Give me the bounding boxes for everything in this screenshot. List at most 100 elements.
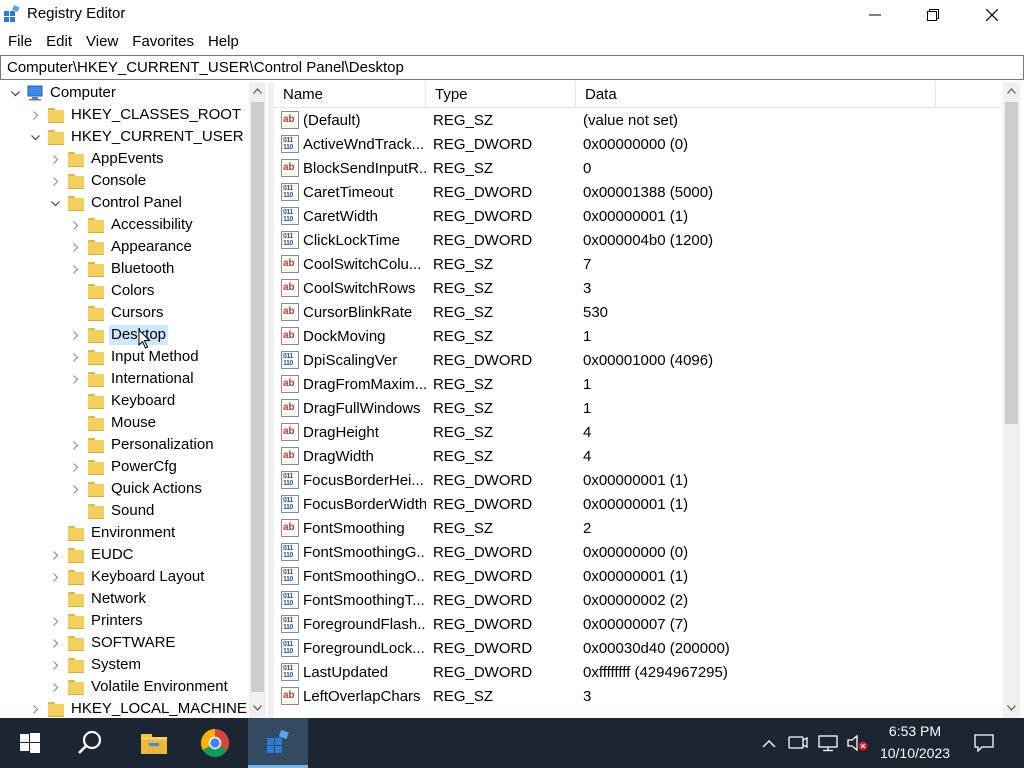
value-row[interactable]: ab (Default) REG_SZ (value not set) (274, 108, 1001, 132)
tree-node[interactable]: System (48, 654, 143, 676)
column-data[interactable]: Data (576, 82, 936, 108)
menu-favorites[interactable]: Favorites (125, 31, 201, 53)
value-row[interactable]: 011 110 ActiveWndTrack... REG_DWORD 0x000000… (274, 132, 1001, 156)
value-row[interactable]: 011 110 ClickLockTime REG_DWORD 0x000004b0 (… (274, 228, 1001, 252)
column-name[interactable]: Name (274, 82, 426, 108)
tree-node-label[interactable]: SOFTWARE (89, 633, 177, 653)
tree-node[interactable]: Control Panel (48, 192, 184, 214)
tree-node-label[interactable]: Control Panel (89, 193, 184, 213)
values-scroll-thumb[interactable] (1005, 102, 1018, 424)
tree-node-label[interactable]: Personalization (109, 435, 216, 455)
tree-node[interactable]: Computer (8, 82, 118, 104)
value-row[interactable]: 011 110 FontSmoothingO... REG_DWORD 0x000000… (274, 564, 1001, 588)
value-row[interactable]: ab LeftOverlapChars REG_SZ 3 (274, 684, 1001, 708)
chevron-right-icon[interactable] (68, 478, 82, 500)
tree-node[interactable]: HKEY_CURRENT_USER (28, 126, 246, 148)
tree-node[interactable]: Printers (48, 610, 145, 632)
network-button[interactable] (816, 718, 840, 768)
chevron-right-icon[interactable] (28, 104, 42, 126)
tree-node-label[interactable]: Printers (89, 611, 145, 631)
value-row[interactable]: 011 110 CaretTimeout REG_DWORD 0x00001388 (5… (274, 180, 1001, 204)
show-hidden-icons-button[interactable] (758, 718, 780, 768)
tree-node[interactable]: HKEY_CLASSES_ROOT (28, 104, 243, 126)
tree-node-label[interactable]: Network (89, 589, 148, 609)
tree-node-label[interactable]: HKEY_LOCAL_MACHINE (69, 699, 249, 718)
tree-node-label[interactable]: Mouse (109, 413, 158, 433)
tree-node-label[interactable]: Computer (48, 83, 118, 103)
scroll-up-arrow[interactable] (1003, 82, 1020, 99)
volume-button[interactable] (845, 718, 871, 768)
value-row[interactable]: ab FontSmoothing REG_SZ 2 (274, 516, 1001, 540)
search-button[interactable] (61, 718, 119, 768)
scroll-down-arrow[interactable] (249, 699, 266, 716)
tree-node-label[interactable]: Volatile Environment (89, 677, 230, 697)
tree-node[interactable]: Volatile Environment (48, 676, 230, 698)
chevron-down-icon[interactable] (48, 192, 62, 214)
file-explorer-button[interactable] (125, 718, 183, 768)
value-row[interactable]: 011 110 CaretWidth REG_DWORD 0x00000001 (1) (274, 204, 1001, 228)
clock-date[interactable]: 10/10/2023 (872, 745, 958, 761)
tree-node[interactable]: Input Method (68, 346, 201, 368)
tree-node[interactable]: Environment (48, 522, 177, 544)
minimize-button[interactable] (846, 0, 904, 30)
value-row[interactable]: ab DragFromMaxim... REG_SZ 1 (274, 372, 1001, 396)
tree-node[interactable]: Cursors (68, 302, 166, 324)
tree-node[interactable]: HKEY_LOCAL_MACHINE (28, 698, 249, 718)
chevron-right-icon[interactable] (48, 544, 62, 566)
value-row[interactable]: 011 110 ForegroundFlash... REG_DWORD 0x00000… (274, 612, 1001, 636)
value-row[interactable]: 011 110 DpiScalingVer REG_DWORD 0x00001000 (… (274, 348, 1001, 372)
registry-editor-taskbar-button[interactable] (248, 718, 308, 768)
column-type[interactable]: Type (426, 82, 576, 108)
chevron-right-icon[interactable] (28, 698, 42, 718)
tree-node[interactable]: AppEvents (48, 148, 166, 170)
menu-edit[interactable]: Edit (39, 31, 79, 53)
tree-node[interactable]: Personalization (68, 434, 216, 456)
tree-node-label[interactable]: HKEY_CURRENT_USER (69, 127, 246, 147)
tree-node-label[interactable]: Quick Actions (109, 479, 204, 499)
chevron-down-icon[interactable] (8, 82, 22, 104)
tree-node[interactable]: SOFTWARE (48, 632, 177, 654)
tree-node-label[interactable]: International (109, 369, 196, 389)
tree-node-label[interactable]: Cursors (109, 303, 166, 323)
value-row[interactable]: ab BlockSendInputR... REG_SZ 0 (274, 156, 1001, 180)
tree-scroll-thumb[interactable] (251, 102, 264, 692)
chevron-right-icon[interactable] (48, 676, 62, 698)
notification-button[interactable] (967, 718, 1001, 768)
tree-node-label[interactable]: Keyboard Layout (89, 567, 206, 587)
chevron-right-icon[interactable] (68, 214, 82, 236)
value-row[interactable]: 011 110 FontSmoothingT... REG_DWORD 0x000000… (274, 588, 1001, 612)
tree-node[interactable]: International (68, 368, 196, 390)
chevron-right-icon[interactable] (68, 434, 82, 456)
tree-node[interactable]: Keyboard (68, 390, 177, 412)
chevron-right-icon[interactable] (68, 368, 82, 390)
chevron-right-icon[interactable] (68, 456, 82, 478)
menu-file[interactable]: File (1, 31, 39, 53)
chevron-right-icon[interactable] (48, 148, 62, 170)
value-row[interactable]: 011 110 FontSmoothingG... REG_DWORD 0x000000… (274, 540, 1001, 564)
tree-node[interactable]: Bluetooth (68, 258, 176, 280)
tree-node-label[interactable]: EUDC (89, 545, 136, 565)
tree-node-label[interactable]: Accessibility (109, 215, 195, 235)
clock-time[interactable]: 6:53 PM (872, 723, 958, 739)
value-row[interactable]: ab CursorBlinkRate REG_SZ 530 (274, 300, 1001, 324)
chevron-right-icon[interactable] (68, 346, 82, 368)
tree-node[interactable]: Quick Actions (68, 478, 204, 500)
tree-node-label[interactable]: Keyboard (109, 391, 177, 411)
tree-node[interactable]: EUDC (48, 544, 136, 566)
value-row[interactable]: ab DragWidth REG_SZ 4 (274, 444, 1001, 468)
value-row[interactable]: 011 110 FocusBorderHei... REG_DWORD 0x000000… (274, 468, 1001, 492)
chevron-right-icon[interactable] (48, 170, 62, 192)
tree-node[interactable]: Colors (68, 280, 156, 302)
tree-node[interactable]: PowerCfg (68, 456, 179, 478)
chevron-right-icon[interactable] (48, 610, 62, 632)
tree-node[interactable]: Appearance (68, 236, 194, 258)
chevron-down-icon[interactable] (28, 126, 42, 148)
value-row[interactable]: ab DockMoving REG_SZ 1 (274, 324, 1001, 348)
restore-button[interactable] (904, 0, 962, 30)
chevron-right-icon[interactable] (48, 654, 62, 676)
chevron-right-icon[interactable] (68, 258, 82, 280)
tree-node-label[interactable]: PowerCfg (109, 457, 179, 477)
tree-node-label[interactable]: Bluetooth (109, 259, 176, 279)
start-button[interactable] (0, 718, 60, 768)
tree-node[interactable]: Sound (68, 500, 156, 522)
